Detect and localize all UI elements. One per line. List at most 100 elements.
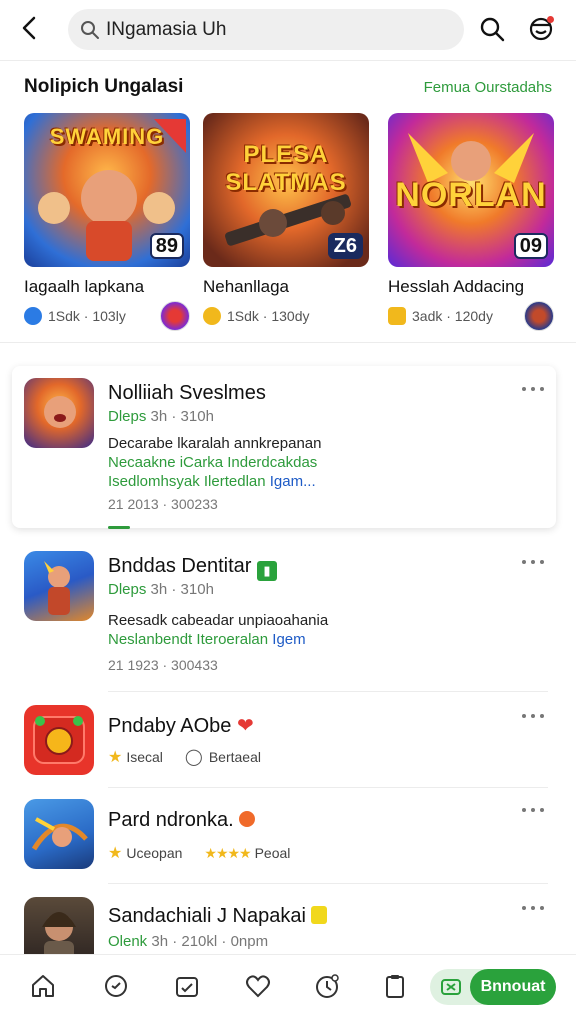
check-badge-icon bbox=[24, 307, 42, 325]
featured-card[interactable]: PLESA SLATMAS Z6 Nehanllaga 1Sdk · 130dy bbox=[203, 113, 371, 325]
heart-icon bbox=[246, 975, 270, 998]
item-tag: Peoal bbox=[254, 845, 291, 861]
read-more-link[interactable]: Igam... bbox=[270, 473, 316, 490]
item-title: Pard ndronka. bbox=[108, 809, 256, 832]
divider bbox=[0, 60, 576, 61]
clipboard-icon bbox=[386, 975, 404, 998]
nav-home[interactable] bbox=[28, 971, 58, 1001]
featured-thumbnail: PLESA SLATMAS Z6 bbox=[203, 113, 369, 267]
featured-meta: 3adk · 120dy bbox=[388, 301, 556, 331]
more-options-button[interactable] bbox=[522, 711, 544, 721]
folder-icon bbox=[176, 977, 198, 997]
item-title-text: Pndaby AObe bbox=[108, 715, 232, 737]
featured-thumbnail: NORLAN 09 bbox=[388, 113, 554, 267]
item-title: Nolliiah Sveslmes bbox=[108, 382, 266, 404]
rating-stars-icon: ★★★★ bbox=[204, 844, 251, 861]
list-item[interactable]: Sandachiali J Napakai Olenk 3h · 210kl ·… bbox=[24, 897, 554, 967]
app-icon bbox=[24, 551, 94, 621]
list-item[interactable]: Pard ndronka. ★ Uceopan ★★★★ Peoal bbox=[24, 799, 554, 869]
item-subtitle: Olenk 3h · 210kl · 0npm bbox=[108, 933, 268, 950]
featured-meta-text: 1Sdk · 130dy bbox=[227, 308, 310, 324]
featured-meta-text: 3adk · 120dy bbox=[412, 308, 493, 324]
featured-thumbnail: SWAMING 89 bbox=[24, 113, 190, 267]
list-item[interactable]: Nolliiah Sveslmes Dleps 3h · 310h Decara… bbox=[24, 378, 554, 528]
home-icon bbox=[32, 975, 54, 997]
item-description: Reesadk cabeadar unpiaoahania Neslanbend… bbox=[108, 611, 328, 649]
more-options-button[interactable] bbox=[522, 805, 544, 815]
search-icon bbox=[81, 20, 99, 39]
nav-chat[interactable] bbox=[101, 971, 131, 1001]
item-tag: Bertaeal bbox=[208, 749, 261, 765]
list-item[interactable]: Pndaby AObe ❤ ★ Isecal ◯ Bertaeal bbox=[24, 705, 554, 775]
item-title: Sandachiali J Napakai bbox=[108, 905, 328, 928]
bottom-navigation: Bnnouat bbox=[0, 954, 576, 1024]
search-icon bbox=[480, 17, 505, 42]
verified-badge-icon: ▮ bbox=[256, 561, 277, 581]
controller-icon bbox=[441, 979, 461, 995]
featured-card[interactable]: SWAMING 89 Iagaalh lapkana 1Sdk · 103ly bbox=[24, 113, 192, 331]
description-line: Reesadk cabeadar unpiaoahania bbox=[108, 612, 329, 629]
hand-icon bbox=[388, 307, 406, 325]
item-tags: ★ Isecal ◯ Bertaeal bbox=[108, 747, 261, 767]
item-title: Pndaby AObe ❤ bbox=[108, 713, 254, 738]
chat-icon bbox=[105, 975, 127, 997]
divider bbox=[108, 691, 548, 692]
search-input[interactable] bbox=[106, 18, 436, 41]
list-item[interactable]: Bnddas Dentitar ▮ Dleps 3h · 310h Reesad… bbox=[24, 551, 554, 681]
profile-button[interactable] bbox=[526, 14, 556, 44]
item-meta: 3h · 310h bbox=[150, 408, 214, 425]
nav-library[interactable] bbox=[172, 971, 202, 1001]
search-field[interactable] bbox=[68, 9, 464, 50]
nav-favorites[interactable] bbox=[243, 971, 273, 1001]
notification-dot bbox=[547, 16, 554, 23]
read-more-link[interactable]: Igem bbox=[272, 631, 305, 648]
featured-meta: 1Sdk · 103ly bbox=[24, 301, 192, 331]
coin-icon bbox=[203, 307, 221, 325]
top-bar bbox=[0, 0, 576, 60]
more-options-button[interactable] bbox=[522, 903, 544, 913]
featured-name: Nehanllaga bbox=[203, 277, 290, 296]
app-icon bbox=[24, 705, 94, 775]
section-title: Nolipich Ungalasi bbox=[24, 76, 184, 97]
nav-activity[interactable] bbox=[312, 971, 342, 1001]
item-date: 21 1923 · 300433 bbox=[108, 657, 218, 673]
back-button[interactable] bbox=[16, 14, 44, 42]
featured-badge: Z6 bbox=[327, 233, 363, 259]
clock-icon bbox=[316, 974, 339, 998]
search-button[interactable] bbox=[478, 14, 506, 44]
divider bbox=[0, 342, 576, 343]
featured-card[interactable]: NORLAN 09 Hesslah Addacing 3adk · 120dy bbox=[388, 113, 556, 331]
description-line: Decarabe lkaralah annkrepanan bbox=[108, 435, 322, 452]
nav-active-pill: Bnnouat bbox=[430, 969, 556, 1005]
avatar bbox=[524, 301, 554, 331]
primary-action-button[interactable]: Bnnouat bbox=[470, 969, 556, 1005]
featured-badge: 09 bbox=[513, 233, 548, 259]
star-icon: ★ bbox=[108, 845, 123, 862]
item-tags: ★ Uceopan ★★★★ Peoal bbox=[108, 843, 290, 863]
description-line: Necaakne iCarka Inderdcakdas bbox=[108, 454, 318, 471]
item-subtitle: Dleps 3h · 310h bbox=[108, 581, 214, 598]
star-icon: ★ bbox=[108, 749, 123, 766]
more-options-button[interactable] bbox=[522, 384, 544, 394]
nav-clipboard[interactable] bbox=[380, 971, 410, 1001]
chat-icon: ◯ bbox=[184, 749, 203, 766]
fire-icon bbox=[239, 811, 256, 827]
item-title-text: Sandachiali J Napakai bbox=[108, 905, 306, 927]
description-text: Isedlomhsyak Ilertedlan bbox=[108, 473, 266, 490]
see-all-link[interactable]: Femua Ourstadahs bbox=[424, 79, 552, 96]
divider bbox=[108, 787, 548, 788]
active-indicator bbox=[108, 526, 130, 529]
featured-name: Iagaalh lapkana bbox=[24, 277, 145, 296]
avatar bbox=[160, 301, 190, 331]
featured-name: Hesslah Addacing bbox=[388, 277, 525, 296]
item-date: 21 2013 · 300233 bbox=[108, 496, 218, 512]
item-tag: Dleps bbox=[108, 581, 147, 598]
item-tag: Olenk bbox=[108, 933, 148, 950]
item-tag: Isecal bbox=[126, 749, 163, 765]
item-tag: Uceopan bbox=[126, 845, 183, 861]
item-title-text: Bnddas Dentitar bbox=[108, 555, 252, 577]
more-options-button[interactable] bbox=[522, 557, 544, 567]
app-icon bbox=[24, 378, 94, 448]
description-text: Neslanbendt Iteroeralan bbox=[108, 631, 269, 648]
app-icon bbox=[24, 799, 94, 869]
